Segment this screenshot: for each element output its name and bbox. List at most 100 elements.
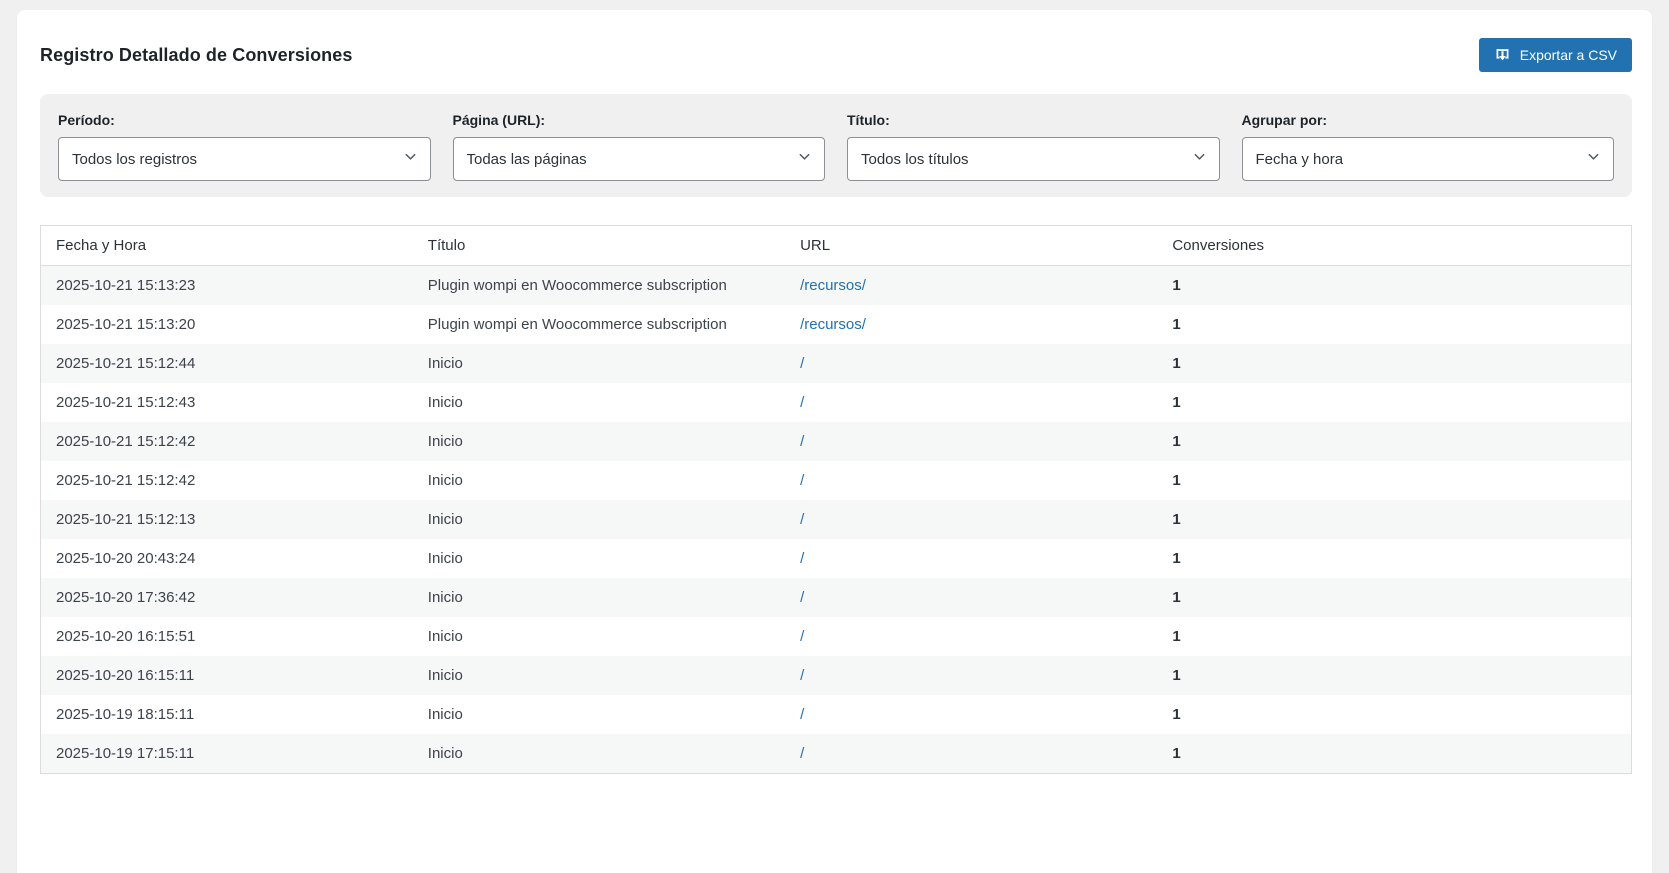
url-link[interactable]: / [800,355,804,372]
filter-period: Período: Todos los registros [58,112,431,181]
filter-title-select[interactable]: Todos los títulos [847,137,1220,181]
cell-datetime: 2025-10-21 15:12:42 [56,433,196,450]
cell-datetime: 2025-10-21 15:13:20 [56,316,196,333]
column-header-title: Título [412,225,786,266]
column-header-conversions: Conversiones [1157,225,1632,266]
cell-title: Inicio [427,511,463,528]
table-row: 2025-10-21 15:12:44 Inicio / 1 [40,344,1632,383]
filter-page-url-label: Página (URL): [452,112,546,128]
column-header-url: URL [785,225,1158,266]
url-link[interactable]: / [800,628,804,645]
cell-url: / [785,539,1157,578]
table-row: 2025-10-20 16:15:51 Inicio / 1 [40,617,1632,656]
panel-header: Registro Detallado de Conversiones Expor… [40,10,1632,94]
cell-conversions: 1 [1172,550,1181,567]
cell-conversions: 1 [1172,472,1181,489]
filter-bar: Período: Todos los registros Página (URL… [40,94,1632,197]
table-row: 2025-10-20 20:43:24 Inicio / 1 [40,539,1632,578]
cell-conversions: 1 [1172,277,1181,294]
cell-datetime: 2025-10-21 15:13:23 [56,277,196,294]
table-body: 2025-10-21 15:13:23 Plugin wompi en Wooco… [40,265,1632,774]
cell-conversions: 1 [1172,667,1181,684]
table-row: 2025-10-20 17:36:42 Inicio / 1 [40,578,1632,617]
url-link[interactable]: / [800,511,804,528]
cell-conversions: 1 [1172,355,1181,372]
cell-datetime: 2025-10-20 20:43:24 [56,550,196,567]
cell-url: / [785,734,1157,774]
cell-conversions: 1 [1172,628,1181,645]
cell-url: / [785,578,1157,617]
cell-url: / [785,656,1157,695]
url-link[interactable]: / [800,472,804,489]
url-link[interactable]: / [800,589,804,606]
url-link[interactable]: / [800,667,804,684]
column-header-datetime: Fecha y Hora [40,225,413,266]
cell-url: / [785,617,1157,656]
url-link[interactable]: / [800,433,804,450]
cell-datetime: 2025-10-20 16:15:51 [56,628,196,645]
table-row: 2025-10-21 15:12:13 Inicio / 1 [40,500,1632,539]
table-row: 2025-10-20 16:15:11 Inicio / 1 [40,656,1632,695]
filter-page-url: Página (URL): Todas las páginas [452,112,825,181]
cell-title: Plugin wompi en Woocommerce subscription [427,316,727,333]
url-link[interactable]: / [800,394,804,411]
download-icon [1494,47,1511,64]
cell-title: Inicio [427,667,463,684]
cell-url: / [785,383,1157,422]
export-csv-label: Exportar a CSV [1519,47,1617,63]
filter-group-by-select[interactable]: Fecha y hora [1241,137,1614,181]
table-row: 2025-10-19 18:15:11 Inicio / 1 [40,695,1632,734]
cell-title: Inicio [427,433,463,450]
cell-datetime: 2025-10-20 16:15:11 [56,667,195,684]
cell-url: / [785,344,1157,383]
export-csv-button[interactable]: Exportar a CSV [1478,38,1632,72]
table-row: 2025-10-21 15:13:20 Plugin wompi en Wooco… [40,305,1632,344]
filter-title-label: Título: [847,112,890,128]
cell-title: Inicio [427,589,463,606]
table-row: 2025-10-19 17:15:11 Inicio / 1 [40,734,1632,774]
page-title: Registro Detallado de Conversiones [40,44,353,65]
cell-datetime: 2025-10-21 15:12:13 [56,511,196,528]
url-link[interactable]: /recursos/ [800,316,866,333]
cell-conversions: 1 [1172,706,1181,723]
url-link[interactable]: / [800,745,804,762]
table-header: Fecha y Hora Título URL Conversiones [40,225,1632,266]
cell-title: Inicio [427,706,463,723]
filter-page-url-select[interactable]: Todas las páginas [452,137,825,181]
url-link[interactable]: / [800,706,804,723]
cell-title: Inicio [427,550,463,567]
cell-url: / [785,695,1157,734]
cell-title: Inicio [427,628,463,645]
cell-datetime: 2025-10-19 18:15:11 [56,706,195,723]
conversions-table: Fecha y Hora Título URL Conversiones 202… [40,225,1632,774]
cell-datetime: 2025-10-21 15:12:42 [56,472,196,489]
cell-url: / [785,500,1157,539]
cell-datetime: 2025-10-19 17:15:11 [56,745,195,762]
url-link[interactable]: /recursos/ [800,277,866,294]
table-row: 2025-10-21 15:12:43 Inicio / 1 [40,383,1632,422]
cell-conversions: 1 [1172,433,1181,450]
cell-conversions: 1 [1172,589,1181,606]
cell-url: /recursos/ [785,266,1157,306]
cell-title: Inicio [427,355,463,372]
cell-url: / [785,461,1157,500]
filter-period-select[interactable]: Todos los registros [58,137,431,181]
table-row: 2025-10-21 15:12:42 Inicio / 1 [40,461,1632,500]
table-row: 2025-10-21 15:12:42 Inicio / 1 [40,422,1632,461]
cell-title: Plugin wompi en Woocommerce subscription [427,277,727,294]
cell-conversions: 1 [1172,394,1181,411]
table-row: 2025-10-21 15:13:23 Plugin wompi en Wooco… [40,265,1632,306]
cell-url: / [785,422,1157,461]
filter-period-label: Período: [58,112,115,128]
cell-url: /recursos/ [785,305,1157,344]
cell-datetime: 2025-10-21 15:12:43 [56,394,196,411]
cell-title: Inicio [427,745,463,762]
filter-group-by: Agrupar por: Fecha y hora [1241,112,1614,181]
cell-datetime: 2025-10-20 17:36:42 [56,589,196,606]
cell-conversions: 1 [1172,511,1181,528]
filter-title: Título: Todos los títulos [847,112,1220,181]
url-link[interactable]: / [800,550,804,567]
cell-conversions: 1 [1172,745,1181,762]
conversions-panel: Registro Detallado de Conversiones Expor… [17,10,1652,873]
cell-title: Inicio [427,394,463,411]
